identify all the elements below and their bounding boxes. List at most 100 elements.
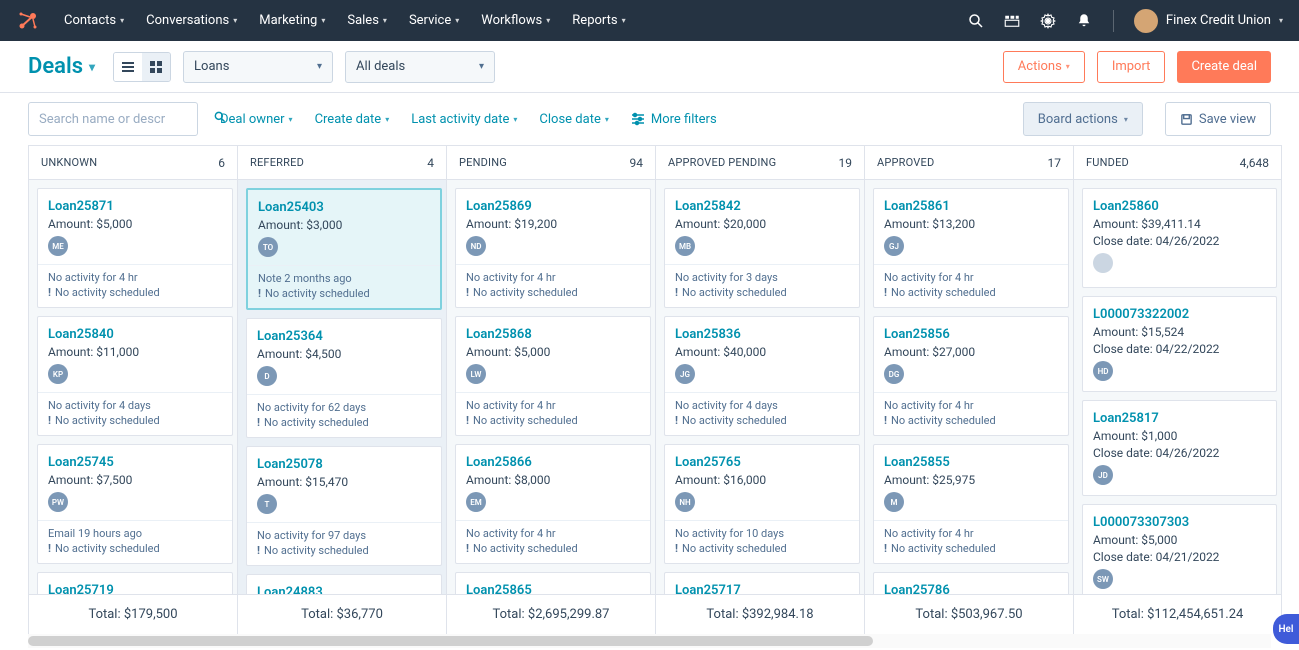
card-warning: No activity scheduled — [466, 286, 640, 299]
chevron-down-icon: ▾ — [455, 16, 459, 25]
deal-card[interactable]: Loan25868Amount: $5,000LWNo activity for… — [455, 316, 651, 436]
nav-item-contacts[interactable]: Contacts▾ — [64, 13, 124, 28]
column-referred: REFERRED4Loan25403Amount: $3,000TONote 2… — [237, 145, 446, 634]
pipeline-select[interactable]: Loans — [183, 51, 333, 83]
board-actions-button[interactable]: Board actions▾ — [1023, 102, 1143, 136]
page-title[interactable]: Deals ▾ — [28, 54, 95, 79]
owner-badge: SW — [1093, 569, 1113, 589]
chevron-down-icon: ▾ — [321, 16, 325, 25]
nav-item-sales[interactable]: Sales▾ — [347, 13, 387, 28]
card-close-date: Close date: 04/22/2022 — [1093, 342, 1266, 356]
column-title: UNKNOWN — [41, 156, 97, 169]
avatar — [1134, 9, 1158, 33]
deal-card[interactable]: Loan25871Amount: $5,000MENo activity for… — [37, 188, 233, 308]
deal-card[interactable]: Loan25719Amount: $147,500AGNote 8 days a… — [37, 572, 233, 594]
card-title: Loan24883 — [257, 585, 431, 594]
list-view-button[interactable] — [114, 53, 142, 81]
deal-card[interactable]: Loan25869Amount: $19,200NDNo activity fo… — [455, 188, 651, 308]
hubspot-logo-icon[interactable] — [16, 9, 40, 33]
card-title: Loan25719 — [48, 583, 222, 594]
column-header: APPROVED PENDING19 — [656, 146, 864, 180]
column-pending: PENDING94Loan25869Amount: $19,200NDNo ac… — [446, 145, 655, 634]
owner-badge: T — [257, 494, 277, 514]
deal-card[interactable]: Loan25786Amount: $35,000JMNo activity fo… — [873, 572, 1069, 594]
search-icon[interactable] — [967, 12, 985, 30]
card-title: Loan25861 — [884, 199, 1058, 214]
last-activity-filter[interactable]: Last activity date▾ — [411, 112, 517, 127]
deal-card[interactable]: Loan25836Amount: $40,000JGNo activity fo… — [664, 316, 860, 436]
deal-card[interactable]: L000073322002Amount: $15,524Close date: … — [1082, 296, 1277, 392]
card-title: Loan25865 — [466, 583, 640, 594]
card-warning: No activity scheduled — [48, 542, 222, 555]
chevron-down-icon: ▾ — [622, 16, 626, 25]
deal-card[interactable]: Loan25078Amount: $15,470TNo activity for… — [246, 446, 442, 566]
chevron-down-icon: ▾ — [120, 16, 124, 25]
deal-card[interactable]: Loan25842Amount: $20,000MBNo activity fo… — [664, 188, 860, 308]
deal-card[interactable]: L000073307303Amount: $5,000Close date: 0… — [1082, 504, 1277, 594]
column-header: FUNDED4,648 — [1074, 146, 1281, 180]
import-button[interactable]: Import — [1097, 51, 1166, 83]
deal-card[interactable]: Loan25745Amount: $7,500PWEmail 19 hours … — [37, 444, 233, 564]
column-body[interactable]: Loan25403Amount: $3,000TONote 2 months a… — [238, 180, 446, 594]
nav-item-reports[interactable]: Reports▾ — [572, 13, 625, 28]
bell-icon[interactable] — [1075, 12, 1093, 30]
card-warning: No activity scheduled — [675, 542, 849, 555]
create-date-filter[interactable]: Create date▾ — [315, 112, 390, 127]
owner-badge: EM — [466, 492, 486, 512]
card-close-date: Close date: 04/26/2022 — [1093, 446, 1266, 460]
card-activity-meta: No activity for 3 days — [675, 271, 849, 284]
actions-button[interactable]: Actions▾ — [1003, 51, 1085, 83]
card-warning: No activity scheduled — [884, 286, 1058, 299]
card-title: Loan25364 — [257, 329, 431, 344]
owner-badge: ND — [466, 236, 486, 256]
nav-item-workflows[interactable]: Workflows▾ — [481, 13, 550, 28]
deal-card[interactable]: Loan25364Amount: $4,500DNo activity for … — [246, 318, 442, 438]
chevron-down-icon: ▾ — [605, 115, 609, 124]
deal-card[interactable]: Loan25765Amount: $16,000NHNo activity fo… — [664, 444, 860, 564]
deal-card[interactable]: Loan25717Amount: $21,930.57PCNo activity… — [664, 572, 860, 594]
column-body[interactable]: Loan25861Amount: $13,200GJNo activity fo… — [865, 180, 1073, 594]
close-date-filter[interactable]: Close date▾ — [539, 112, 608, 127]
create-deal-button[interactable]: Create deal — [1177, 51, 1271, 83]
view-select[interactable]: All deals — [345, 51, 495, 83]
help-button[interactable]: Hel — [1273, 614, 1299, 644]
chevron-down-icon: ▾ — [89, 60, 95, 74]
card-warning: No activity scheduled — [48, 286, 222, 299]
deal-owner-filter[interactable]: Deal owner▾ — [220, 112, 293, 127]
deal-card[interactable]: Loan25817Amount: $1,000Close date: 04/26… — [1082, 400, 1277, 496]
deal-card[interactable]: Loan25855Amount: $25,975MNo activity for… — [873, 444, 1069, 564]
column-body[interactable]: Loan25869Amount: $19,200NDNo activity fo… — [447, 180, 655, 594]
horizontal-scrollbar[interactable] — [28, 634, 1271, 648]
search-box[interactable] — [28, 102, 198, 136]
account-menu[interactable]: Finex Credit Union ▾ — [1134, 9, 1283, 33]
board-view-button[interactable] — [142, 53, 170, 81]
card-amount: Amount: $19,200 — [466, 217, 640, 231]
search-input[interactable] — [39, 112, 205, 127]
column-title: APPROVED — [877, 156, 934, 169]
card-title: Loan25717 — [675, 583, 849, 594]
save-view-button[interactable]: Save view — [1165, 102, 1271, 136]
column-body[interactable]: Loan25842Amount: $20,000MBNo activity fo… — [656, 180, 864, 594]
nav-item-conversations[interactable]: Conversations▾ — [146, 13, 237, 28]
deal-card[interactable]: Loan25861Amount: $13,200GJNo activity fo… — [873, 188, 1069, 308]
card-amount: Amount: $27,000 — [884, 345, 1058, 359]
nav-item-marketing[interactable]: Marketing▾ — [259, 13, 325, 28]
gear-icon[interactable] — [1039, 12, 1057, 30]
deal-card[interactable]: Loan25403Amount: $3,000TONote 2 months a… — [246, 188, 442, 310]
column-approved-pending: APPROVED PENDING19 Loan25842Amount: $20,0… — [655, 145, 864, 634]
nav-menu: Contacts▾ Conversations▾ Marketing▾ Sales▾ S… — [64, 13, 967, 28]
card-title: Loan25786 — [884, 583, 1058, 594]
marketplace-icon[interactable] — [1003, 12, 1021, 30]
deal-card[interactable]: Loan25866Amount: $8,000EMNo activity for… — [455, 444, 651, 564]
deal-card[interactable]: Loan25865Amount: $5,000LBNo activity for… — [455, 572, 651, 594]
more-filters-button[interactable]: More filters — [631, 112, 717, 127]
deal-card[interactable]: Loan25860Amount: $39,411.14Close date: 0… — [1082, 188, 1277, 288]
nav-item-service[interactable]: Service▾ — [409, 13, 459, 28]
scrollbar-thumb[interactable] — [28, 636, 873, 646]
column-body[interactable]: Loan25860Amount: $39,411.14Close date: 0… — [1074, 180, 1281, 594]
column-total: Total: $112,454,651.24 — [1074, 594, 1281, 634]
deal-card[interactable]: Loan25856Amount: $27,000DGNo activity fo… — [873, 316, 1069, 436]
deal-card[interactable]: Loan24883Amount: $13,800MCCall 4 months … — [246, 574, 442, 594]
deal-card[interactable]: Loan25840Amount: $11,000KPNo activity fo… — [37, 316, 233, 436]
column-body[interactable]: Loan25871Amount: $5,000MENo activity for… — [29, 180, 237, 594]
